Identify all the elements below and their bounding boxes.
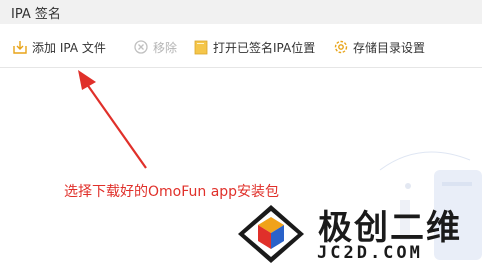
window-title: IPA 签名 [11,7,61,22]
title-bar: IPA 签名 [0,0,482,24]
ipa-sign-window: IPA 签名 添加 IPA 文件 移除 打开已签名IPA位置 存储目录设置 选择… [0,0,482,266]
add-file-icon [13,41,27,54]
open-signed-ipa-location-button[interactable]: 打开已签名IPA位置 [193,37,315,57]
annotation-text: 选择下载好的OmoFun app安装包 [64,184,280,200]
open-signed-ipa-location-label: 打开已签名IPA位置 [213,40,316,55]
gear-icon [334,40,348,54]
add-ipa-file-label: 添加 IPA 文件 [32,40,106,55]
annotation-arrow [78,70,147,169]
storage-directory-settings-button[interactable]: 存储目录设置 [333,37,425,57]
remove-label: 移除 [153,40,178,55]
remove-icon [134,40,148,54]
add-ipa-file-button[interactable]: 添加 IPA 文件 [12,37,106,57]
watermark-domain: JC2D.COM [317,243,423,263]
watermark-brand-name: 极创二维 [318,208,462,248]
storage-directory-settings-label: 存储目录设置 [353,40,426,55]
folder-icon [194,40,208,55]
remove-button[interactable]: 移除 [133,37,177,57]
jc2d-logo [238,205,304,263]
